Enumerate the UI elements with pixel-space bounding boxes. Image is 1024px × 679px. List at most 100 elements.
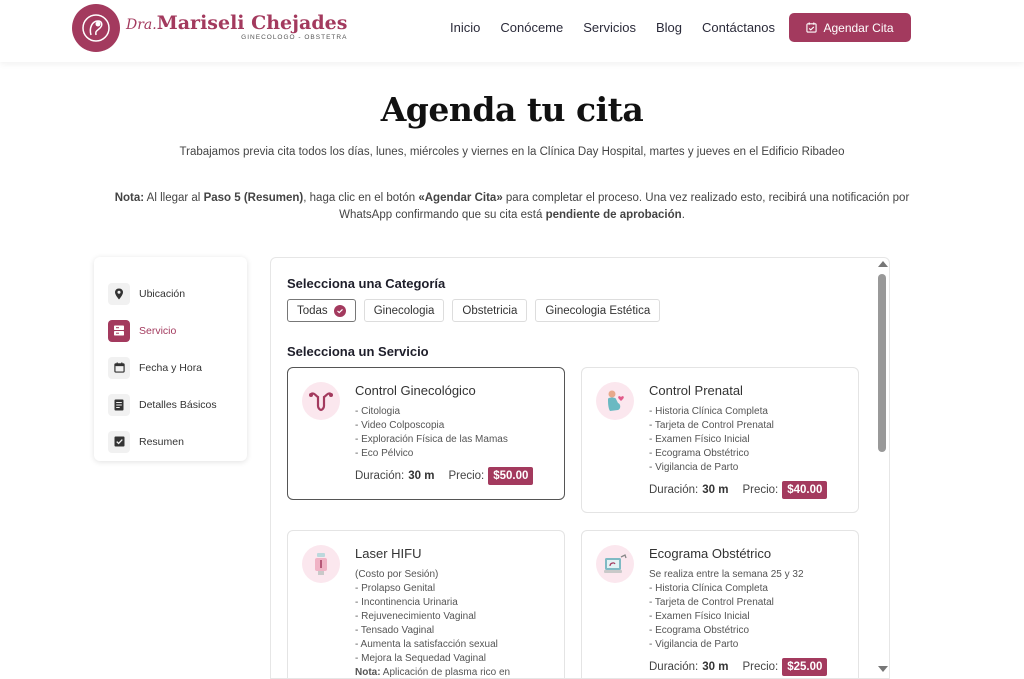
service-item: - Ecograma Obstétrico: [649, 448, 750, 459]
service-title: Control Ginecológico: [355, 383, 476, 398]
location-pin-icon: [108, 282, 130, 305]
note-status: pendiente de aprobación: [545, 209, 682, 221]
service-item: - Tarjeta de Control Prenatal: [649, 597, 774, 608]
booking-note: Nota: Al llegar al Paso 5 (Resumen), hag…: [100, 190, 924, 224]
service-item: - Incontinencia Urinaria: [355, 597, 458, 608]
step-detalles[interactable]: Detalles Básicos: [94, 386, 247, 423]
nav-contactanos[interactable]: Contáctanos: [702, 20, 775, 35]
service-item: - Examen Físico Inicial: [649, 611, 750, 622]
note-end: .: [681, 209, 685, 221]
category-label: Obstetricia: [462, 304, 518, 317]
logo-prefix: Dra.: [126, 17, 157, 34]
nav-servicios[interactable]: Servicios: [583, 20, 636, 35]
service-item: - Mejora la Sequedad Vaginal: [355, 653, 487, 664]
scroll-down-arrow-icon[interactable]: [878, 666, 888, 672]
site-header: Dra.Mariseli Chejades GINECOLOGO - OBSTE…: [0, 0, 1024, 62]
service-items: - Citologia - Video Colposcopia - Explor…: [355, 405, 508, 461]
service-note-label: Nota:: [355, 667, 381, 678]
duration-value: 30 m: [702, 661, 729, 673]
price-badge: $50.00: [488, 467, 534, 485]
service-item: (Costo por Sesión): [355, 569, 439, 580]
check-circle-icon: [333, 304, 346, 317]
service-item: - Vigilancia de Parto: [649, 462, 739, 473]
service-note: Nota: Aplicación de plasma rico en: [355, 666, 511, 678]
nav-conoceme[interactable]: Conóceme: [500, 20, 563, 35]
service-footer: Duración: 30 m Precio: $25.00: [649, 658, 828, 676]
service-footer: Duración: 30 m Precio: $40.00: [649, 481, 828, 499]
note-button: «Agendar Cita»: [418, 192, 503, 204]
main-nav: Inicio Conóceme Servicios Blog Contáctan…: [450, 20, 795, 35]
category-obstetricia[interactable]: Obstetricia: [452, 299, 528, 322]
panel-scrollbar[interactable]: [876, 257, 890, 679]
service-item: - Prolapso Genital: [355, 583, 436, 594]
service-panel: Selecciona una Categoría Todas Ginecolog…: [270, 257, 890, 679]
agendar-cita-label: Agendar Cita: [823, 20, 894, 35]
service-items: - Historia Clínica Completa - Tarjeta de…: [649, 405, 774, 475]
note-text-2: , haga clic en el botón: [303, 192, 419, 204]
service-note-text: Aplicación de plasma rico en: [380, 667, 511, 678]
logo-subtitle: GINECOLOGO - OBSTETRA: [241, 34, 348, 42]
service-card-control-prenatal[interactable]: Control Prenatal - Historia Clínica Comp…: [581, 367, 859, 513]
step-fecha-hora[interactable]: Fecha y Hora: [94, 349, 247, 386]
ultrasound-icon: [596, 545, 634, 583]
step-resumen[interactable]: Resumen: [94, 423, 247, 460]
booking-steps: Ubicación Servicio Fecha y Hora Detalles…: [94, 257, 247, 461]
category-label: Ginecologia Estética: [545, 304, 651, 317]
step-ubicacion[interactable]: Ubicación: [94, 275, 247, 312]
category-filter: Todas Ginecologia Obstetricia Ginecologi…: [287, 299, 661, 322]
step-label: Servicio: [139, 324, 177, 337]
service-item: - Tensado Vaginal: [355, 625, 435, 636]
service-item: - Aumenta la satisfacción sexual: [355, 639, 498, 650]
scrollbar-thumb[interactable]: [878, 274, 886, 452]
service-title: Control Prenatal: [649, 383, 743, 398]
service-item: - Citologia: [355, 406, 401, 417]
calendar-check-icon: [806, 22, 818, 33]
nav-blog[interactable]: Blog: [656, 20, 682, 35]
nav-inicio[interactable]: Inicio: [450, 20, 480, 35]
price-badge: $40.00: [782, 481, 828, 499]
page-title: Agenda tu cita: [380, 90, 644, 129]
service-item: - Historia Clínica Completa: [649, 583, 768, 594]
service-item: - Video Colposcopia: [355, 420, 445, 431]
duration-label: Duración:: [649, 661, 699, 673]
price-label: Precio:: [742, 484, 779, 496]
service-item: - Tarjeta de Control Prenatal: [649, 420, 774, 431]
service-item: - Eco Pélvico: [355, 448, 414, 459]
service-footer: Duración: 30 m Precio: $50.00: [355, 467, 534, 485]
service-card-laser-hifu[interactable]: Laser HIFU (Costo por Sesión) - Prolapso…: [287, 530, 565, 678]
duration-label: Duración:: [649, 484, 699, 496]
category-label: Todas: [297, 304, 328, 317]
laser-device-icon: [302, 545, 340, 583]
service-item: - Rejuvenecimiento Vaginal: [355, 611, 476, 622]
service-item: Se realiza entre la semana 25 y 32: [649, 569, 804, 580]
scroll-up-arrow-icon[interactable]: [878, 261, 888, 267]
category-label: Ginecologia: [373, 304, 435, 317]
category-todas[interactable]: Todas: [287, 299, 356, 322]
service-card-ecograma-obstetrico[interactable]: Ecograma Obstétrico Se realiza entre la …: [581, 530, 859, 678]
price-label: Precio:: [448, 470, 485, 482]
step-label: Fecha y Hora: [139, 361, 203, 374]
service-item: - Historia Clínica Completa: [649, 406, 768, 417]
category-ginecologia[interactable]: Ginecologia: [363, 299, 445, 322]
service-card-control-ginecologico[interactable]: Control Ginecológico - Citologia - Video…: [287, 367, 565, 500]
category-ginecologia-estetica[interactable]: Ginecologia Estética: [535, 299, 661, 322]
document-icon: [108, 393, 130, 416]
logo-emblem-icon: [72, 4, 120, 52]
category-section-title: Selecciona una Categoría: [287, 276, 446, 291]
duration-value: 30 m: [702, 484, 729, 496]
price-label: Precio:: [742, 661, 779, 673]
note-step: Paso 5 (Resumen): [203, 192, 304, 204]
logo[interactable]: Dra.Mariseli Chejades GINECOLOGO - OBSTE…: [72, 4, 347, 52]
step-label: Detalles Básicos: [139, 398, 217, 411]
checkbox-icon: [108, 430, 130, 453]
service-item: - Exploración Física de las Mamas: [355, 434, 508, 445]
note-text-1: Al llegar al: [144, 192, 204, 204]
step-servicio[interactable]: Servicio: [94, 312, 247, 349]
service-items: (Costo por Sesión) - Prolapso Genital - …: [355, 568, 511, 678]
service-title: Ecograma Obstétrico: [649, 546, 772, 561]
price-badge: $25.00: [782, 658, 828, 676]
page-subtitle: Trabajamos previa cita todos los días, l…: [179, 146, 845, 158]
server-icon: [108, 319, 130, 342]
agendar-cita-button[interactable]: Agendar Cita: [789, 13, 911, 42]
service-title: Laser HIFU: [355, 546, 422, 561]
